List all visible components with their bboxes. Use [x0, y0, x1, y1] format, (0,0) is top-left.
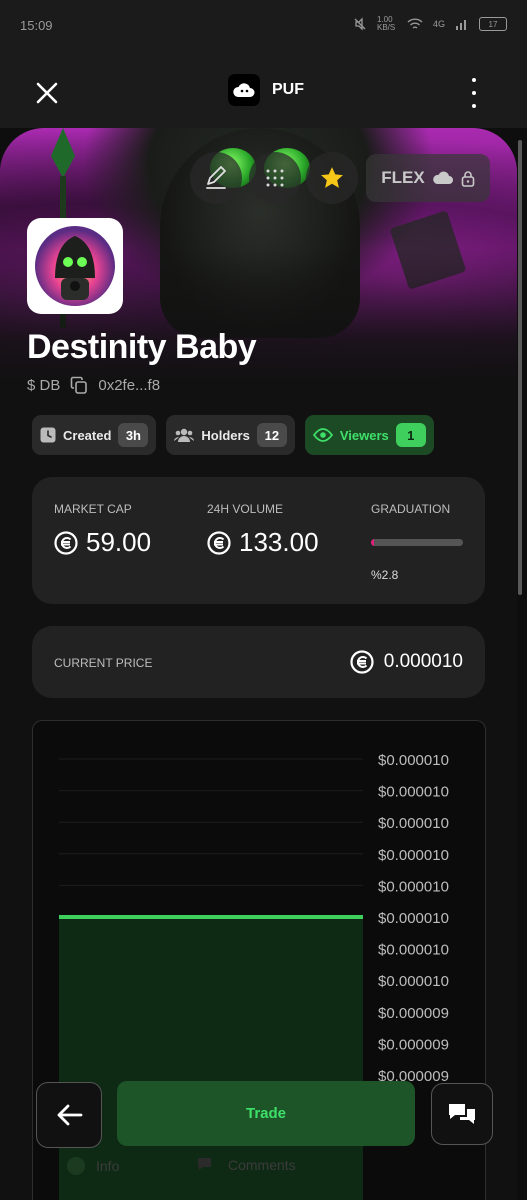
net-speed: 1.00 KB/S — [376, 15, 396, 32]
mute-icon — [354, 17, 366, 31]
status-icons: 1.00 KB/S 4G 17 — [353, 16, 507, 32]
more-vertical-icon-dot — [472, 91, 476, 95]
star-icon — [321, 167, 343, 188]
chat-icon — [449, 1104, 475, 1124]
app-bar: PUF — [0, 52, 527, 128]
created-chip[interactable]: Created 3h — [32, 415, 157, 455]
current-price-label: CURRENT PRICE — [54, 656, 153, 670]
signal-icon — [456, 20, 466, 30]
graduation-label: GRADUATION — [371, 502, 451, 516]
close-icon — [36, 82, 58, 104]
token-chips: Created 3h Holders 12 Viewers 1 — [32, 415, 434, 455]
graduation-percent: %2.8 — [371, 568, 399, 582]
token-sheet: FLEX Destinity Baby $ DB 0x2fe...f8 Crea… — [0, 128, 517, 1200]
close-button[interactable] — [30, 76, 64, 110]
token-avatar-image — [35, 226, 115, 306]
info-icon — [67, 1157, 85, 1175]
holders-chip[interactable]: Holders 12 — [166, 415, 295, 455]
chart-y-tick-label: $0.000009 — [378, 1036, 449, 1053]
app-logo — [228, 74, 260, 106]
wifi-icon — [407, 18, 423, 29]
status-time: 15:09 — [20, 18, 53, 33]
cloud-icon — [432, 171, 453, 184]
viewers-value: 1 — [395, 423, 426, 447]
token-avatar — [27, 218, 123, 314]
lock-icon — [461, 170, 475, 187]
copy-icon[interactable] — [70, 376, 88, 394]
chart-y-tick-label: $0.000009 — [378, 1005, 449, 1022]
graduation-progress-fill — [371, 539, 374, 546]
holders-label: Holders — [201, 427, 250, 443]
token-address[interactable]: 0x2fe...f8 — [98, 377, 160, 394]
users-icon — [174, 428, 195, 442]
chart-y-tick-label: $0.000010 — [378, 847, 449, 864]
more-menu-button[interactable] — [467, 78, 481, 108]
chart-y-tick-label: $0.000010 — [378, 910, 449, 927]
chart-y-tick-label: $0.000010 — [378, 784, 449, 801]
network-type: 4G — [432, 19, 445, 29]
flex-label: FLEX — [381, 168, 425, 187]
current-price-card: CURRENT PRICE 0.000010 — [32, 626, 485, 698]
tab-comments[interactable]: Comments — [196, 1156, 296, 1174]
current-price-value: 0.000010 — [383, 651, 463, 672]
battery-icon: 17 — [479, 17, 507, 31]
arrow-left-icon — [57, 1104, 83, 1126]
created-label: Created — [63, 427, 112, 443]
flex-button[interactable]: FLEX — [366, 154, 490, 202]
favorite-button[interactable] — [306, 152, 358, 204]
edit-button[interactable] — [190, 152, 242, 204]
bottom-action-bar: Info Comments Trade — [0, 1072, 527, 1200]
app-title: PUF — [272, 81, 304, 98]
coin-icon — [54, 530, 78, 555]
tabs-behind: Info Comments — [0, 1156, 527, 1200]
tab-info-label: Info — [96, 1158, 120, 1174]
eye-icon — [312, 428, 333, 442]
market-cap-value-group: 59.00 — [54, 527, 151, 558]
market-cap-value: 59.00 — [86, 527, 152, 557]
volume-value: 133.00 — [239, 527, 319, 557]
coin-icon — [350, 650, 374, 674]
chat-button[interactable] — [431, 1083, 493, 1145]
chart-y-tick-label: $0.000010 — [378, 752, 449, 769]
graduation-progress-bar — [371, 539, 463, 546]
status-bar: 15:09 1.00 KB/S 4G 17 — [0, 0, 527, 52]
chart-y-tick-label: $0.000010 — [378, 878, 449, 895]
chart-y-tick-label: $0.000010 — [378, 815, 449, 832]
viewers-label: Viewers — [339, 427, 389, 443]
pencil-icon — [206, 166, 226, 189]
chart-y-tick-label: $0.000010 — [378, 942, 449, 959]
comments-icon — [198, 1158, 211, 1170]
more-vertical-icon — [472, 78, 476, 82]
tab-info[interactable]: Info — [66, 1156, 119, 1176]
battery-level: 17 — [488, 19, 498, 29]
volume-label: 24H VOLUME — [207, 502, 284, 516]
market-cap-label: MARKET CAP — [54, 502, 132, 516]
app-title-group: PUF — [228, 74, 304, 106]
token-symbol: $ DB — [27, 376, 61, 394]
token-meta: $ DB 0x2fe...f8 — [27, 376, 160, 394]
stats-card: MARKET CAP 59.00 24H VOLUME 133.00 GRADU… — [32, 477, 485, 604]
grid-button[interactable] — [249, 152, 301, 204]
clock-icon — [40, 427, 56, 443]
current-price-value-group: 0.000010 — [350, 650, 463, 674]
volume-value-group: 133.00 — [207, 527, 319, 558]
chart-y-tick-label: $0.000010 — [378, 973, 449, 990]
cloud-logo-icon — [233, 83, 255, 97]
viewers-chip[interactable]: Viewers 1 — [304, 415, 434, 455]
scrollbar[interactable] — [518, 140, 522, 595]
grid-dots-icon — [266, 169, 284, 187]
coin-icon — [207, 530, 231, 555]
created-value: 3h — [118, 423, 149, 447]
trade-button[interactable]: Trade — [117, 1081, 415, 1146]
token-name: Destinity Baby — [27, 328, 257, 366]
back-button[interactable] — [36, 1082, 102, 1148]
more-vertical-icon-dot — [472, 104, 476, 108]
tab-comments-label: Comments — [228, 1157, 296, 1173]
holders-value: 12 — [256, 423, 287, 447]
